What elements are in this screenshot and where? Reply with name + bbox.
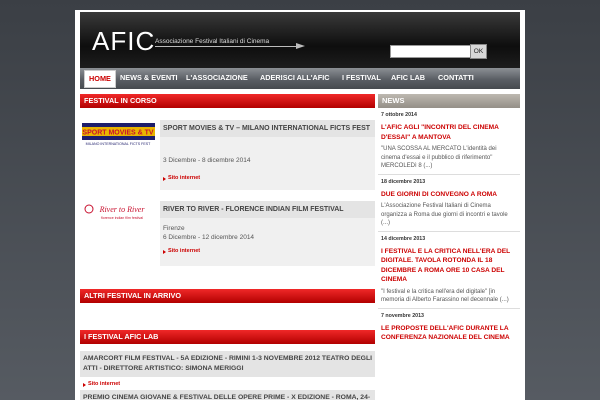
nav-news-eventi[interactable]: NEWS & EVENTI (120, 73, 178, 82)
news-item: 14 dicembre 2013 I FESTIVAL E LA CRITICA… (378, 232, 520, 309)
page-container: AFIC Associazione Festival Italiani di C… (75, 10, 525, 400)
festival-card-sport-movies: SPORT MOVIES & TV – MILANO INTERNATIONAL… (160, 120, 375, 190)
sport-movies-logo-subtext: MILANO INTERNATIONAL FICTS FEST (86, 142, 151, 146)
nav-home[interactable]: HOME (84, 70, 116, 88)
main-nav: HOME NEWS & EVENTI L'ASSOCIAZIONE ADERIS… (80, 68, 520, 89)
festival-title[interactable]: RIVER TO RIVER - FLORENCE INDIAN FILM FE… (160, 201, 375, 218)
arrow-icon (296, 43, 305, 49)
news-heading: NEWS (378, 94, 520, 108)
river-logo-subtext: florence indian film festival (101, 216, 143, 220)
news-date: 18 dicembre 2013 (381, 178, 426, 185)
afic-lab-heading: I FESTIVAL AFIC LAB (80, 330, 375, 344)
news-title[interactable]: I FESTIVAL E LA CRITICA NELL'ERA DEL DIG… (378, 244, 520, 288)
altri-festival-heading: ALTRI FESTIVAL IN ARRIVO (80, 289, 375, 303)
search-input[interactable] (390, 45, 472, 58)
river-to-river-logo-icon: River to River florence indian film fest… (84, 204, 146, 220)
lab-item: PREMIO CINEMA GIOVANE & FESTIVAL DELLE O… (80, 390, 375, 400)
festival-title[interactable]: SPORT MOVIES & TV – MILANO INTERNATIONAL… (160, 120, 375, 137)
site-logo[interactable]: AFIC (92, 26, 155, 57)
news-date: 7 novembre 2013 (381, 312, 424, 319)
news-title[interactable]: DUE GIORNI DI CONVEGNO A ROMA (378, 187, 520, 203)
river-to-river-logo[interactable]: River to River florence indian film fest… (82, 200, 155, 226)
news-title[interactable]: L'AFIC AGLI "INCONTRI DEL CINEMA D'ESSAI… (378, 120, 520, 145)
lab-item-title[interactable]: PREMIO CINEMA GIOVANE & FESTIVAL DELLE O… (80, 390, 375, 400)
sport-movies-logo[interactable]: SPORT MOVIES & TV MILANO INTERNATIONAL F… (82, 123, 155, 147)
news-excerpt: "I festival e la critica nell'era del di… (381, 288, 509, 304)
sport-movies-logo-icon: SPORT MOVIES & TV MILANO INTERNATIONAL F… (82, 123, 155, 147)
news-item: 18 dicembre 2013 DUE GIORNI DI CONVEGNO … (378, 175, 520, 232)
news-date: 14 dicembre 2013 (381, 235, 426, 242)
news-list: 7 ottobre 2014 L'AFIC AGLI "INCONTRI DEL… (378, 108, 520, 349)
news-item: 7 ottobre 2014 L'AFIC AGLI "INCONTRI DEL… (378, 108, 520, 175)
news-excerpt: "UNA SCOSSA AL MERCATO L'identità dei ci… (381, 146, 497, 169)
nav-contatti[interactable]: CONTATTI (438, 73, 474, 82)
logo-arrow-line (155, 46, 300, 47)
news-title[interactable]: LE PROPOSTE DELL'AFIC DURANTE LA CONFERE… (378, 321, 520, 346)
festival-dates: 3 Dicembre - 8 dicembre 2014 (163, 157, 251, 164)
festival-card-river-to-river: RIVER TO RIVER - FLORENCE INDIAN FILM FE… (160, 201, 375, 266)
lab-item-title[interactable]: AMARCORT FILM FESTIVAL - 5A EDIZIONE - R… (80, 351, 375, 377)
site-subtitle: Associazione Festival Italiani di Cinema (155, 38, 270, 45)
lab-item: AMARCORT FILM FESTIVAL - 5A EDIZIONE - R… (80, 351, 375, 387)
festival-dates: 6 Dicembre - 12 dicembre 2014 (163, 234, 255, 241)
site-header: AFIC Associazione Festival Italiani di C… (80, 12, 520, 69)
festival-site-link[interactable]: Sito internet (160, 248, 375, 254)
nav-associazione[interactable]: L'ASSOCIAZIONE (186, 73, 248, 82)
festival-site-link[interactable]: Sito internet (160, 175, 375, 181)
news-excerpt: L'Associazione Festival Italiani di Cine… (381, 203, 508, 226)
nav-aderisci[interactable]: ADERISCI ALL'AFIC (260, 73, 330, 82)
lab-site-link[interactable]: Sito internet (80, 381, 375, 387)
nav-afic-lab[interactable]: AFIC LAB (391, 73, 425, 82)
festival-place: Firenze (163, 225, 185, 232)
river-logo-text: River to River (99, 205, 146, 214)
festival-in-corso-heading: FESTIVAL IN CORSO (80, 94, 375, 108)
search-button[interactable]: OK (470, 44, 487, 59)
sport-movies-logo-text: SPORT MOVIES & TV (82, 130, 154, 137)
news-item: 7 novembre 2013 LE PROPOSTE DELL'AFIC DU… (378, 309, 520, 349)
nav-festival[interactable]: I FESTIVAL (342, 73, 381, 82)
news-date: 7 ottobre 2014 (381, 112, 417, 118)
